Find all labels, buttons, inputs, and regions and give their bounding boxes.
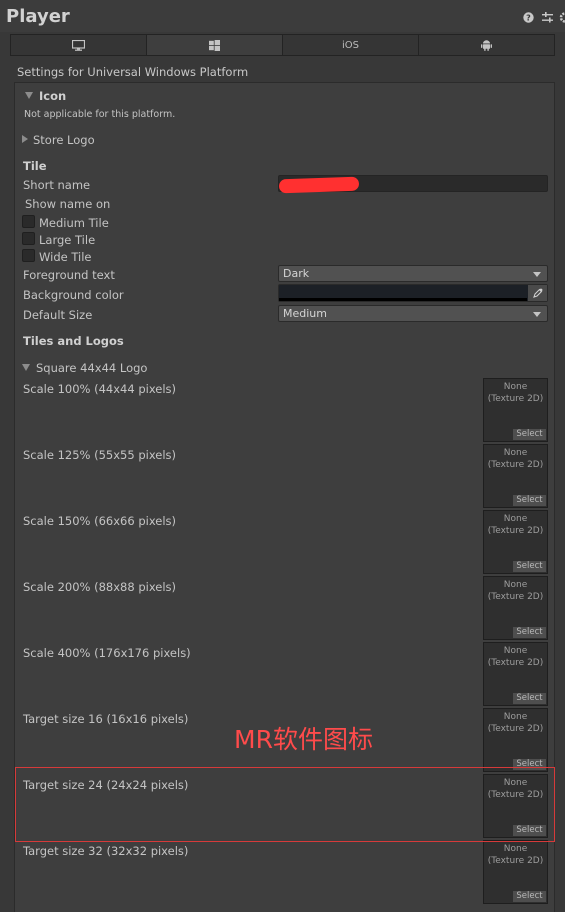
texture-slot-text: None (Texture 2D) <box>484 843 547 867</box>
android-icon <box>481 39 492 51</box>
short-name-label: Short name <box>23 178 91 192</box>
texture-slot-text: None (Texture 2D) <box>484 513 547 537</box>
texture-select-button[interactable]: Select <box>513 561 546 572</box>
texture-slot-type: (Texture 2D) <box>487 592 544 602</box>
texture-slot[interactable]: None (Texture 2D) Select <box>483 510 548 574</box>
texture-row-label: Target size 16 (16x16 pixels) <box>23 712 189 726</box>
default-size-value: Medium <box>283 307 327 320</box>
foreground-text-value: Dark <box>283 267 310 280</box>
texture-slot-value: None <box>503 646 528 656</box>
texture-slot-value: None <box>503 712 528 722</box>
annotation-box <box>15 767 555 842</box>
background-color-label: Background color <box>23 288 124 302</box>
texture-slot[interactable]: None (Texture 2D) Select <box>483 708 548 772</box>
platform-tabs: iOS <box>10 34 555 56</box>
default-size-label: Default Size <box>23 308 93 322</box>
tab-ios[interactable]: iOS <box>283 35 419 55</box>
texture-slot-value: None <box>503 580 528 590</box>
texture-row-label: Scale 150% (66x66 pixels) <box>23 514 177 528</box>
foreground-text-dropdown[interactable]: Dark <box>278 265 548 282</box>
sliders-icon[interactable] <box>541 12 553 24</box>
icon-note: Not applicable for this platform. <box>24 109 176 120</box>
texture-row-label: Scale 400% (176x176 pixels) <box>23 646 191 660</box>
annotation-text: MR软件图标 <box>234 725 373 754</box>
texture-row-label: Scale 200% (88x88 pixels) <box>23 580 177 594</box>
texture-slot[interactable]: None (Texture 2D) Select <box>483 576 548 640</box>
svg-text:?: ? <box>526 14 531 23</box>
texture-select-button[interactable]: Select <box>513 627 546 638</box>
texture-row-label: Target size 32 (32x32 pixels) <box>23 844 189 858</box>
dropdown-arrow-icon <box>533 312 541 317</box>
square44-label: Square 44x44 Logo <box>36 361 148 375</box>
texture-slot[interactable]: None (Texture 2D) Select <box>483 840 548 904</box>
texture-select-button[interactable]: Select <box>513 891 546 902</box>
foreground-text-label: Foreground text <box>23 268 115 282</box>
settings-title: Settings for Universal Windows Platform <box>17 65 249 79</box>
texture-slot-value: None <box>503 844 528 854</box>
texture-slot-text: None (Texture 2D) <box>484 711 547 735</box>
ios-icon: iOS <box>342 39 359 51</box>
show-name-on-label: Show name on <box>25 197 111 211</box>
texture-slot-text: None (Texture 2D) <box>484 645 547 669</box>
large-tile-label: Large Tile <box>39 233 96 247</box>
texture-slot-type: (Texture 2D) <box>487 658 544 668</box>
dropdown-arrow-icon <box>533 272 541 277</box>
texture-slot-type: (Texture 2D) <box>487 856 544 866</box>
texture-slot-text: None (Texture 2D) <box>484 579 547 603</box>
square44-foldout[interactable]: Square 44x44 Logo <box>22 361 147 375</box>
icon-section-label: Icon <box>39 89 67 103</box>
help-icon[interactable]: ? <box>522 12 534 24</box>
texture-select-button[interactable]: Select <box>513 429 546 440</box>
background-color-field[interactable] <box>278 284 548 302</box>
texture-select-button[interactable]: Select <box>513 495 546 506</box>
texture-slot-text: None (Texture 2D) <box>484 447 547 471</box>
texture-slot-type: (Texture 2D) <box>487 460 544 470</box>
texture-row-label: Scale 100% (44x44 pixels) <box>23 382 177 396</box>
window-header <box>0 0 565 32</box>
wide-tile-checkbox[interactable] <box>22 249 35 262</box>
tile-heading: Tile <box>23 159 47 173</box>
eyedropper-icon[interactable] <box>528 285 547 301</box>
tab-desktop[interactable] <box>11 35 147 55</box>
texture-slot-text: None (Texture 2D) <box>484 381 547 405</box>
texture-row-label: Scale 125% (55x55 pixels) <box>23 448 177 462</box>
medium-tile-checkbox[interactable] <box>22 215 35 228</box>
chevron-down-icon <box>22 364 30 371</box>
tab-windows[interactable] <box>147 35 283 55</box>
texture-slot-type: (Texture 2D) <box>487 394 544 404</box>
large-tile-checkbox[interactable] <box>22 232 35 245</box>
default-size-dropdown[interactable]: Medium <box>278 305 548 322</box>
page-title: Player <box>6 6 70 27</box>
texture-slot-value: None <box>503 514 528 524</box>
texture-slot[interactable]: None (Texture 2D) Select <box>483 444 548 508</box>
texture-select-button[interactable]: Select <box>513 693 546 704</box>
chevron-down-icon <box>25 92 33 99</box>
tab-android[interactable] <box>419 35 554 55</box>
icon-section-header[interactable]: Icon <box>25 89 66 103</box>
windows-icon <box>209 39 220 51</box>
texture-slot[interactable]: None (Texture 2D) Select <box>483 642 548 706</box>
texture-slot-type: (Texture 2D) <box>487 526 544 536</box>
medium-tile-label: Medium Tile <box>39 216 109 230</box>
tiles-logos-heading: Tiles and Logos <box>23 334 124 348</box>
settings-icon[interactable] <box>559 12 565 24</box>
texture-slot-type: (Texture 2D) <box>487 724 544 734</box>
store-logo-foldout[interactable]: Store Logo <box>22 133 95 147</box>
alpha-bar <box>279 298 527 301</box>
redaction-mark <box>278 176 360 194</box>
desktop-icon <box>72 39 85 51</box>
texture-slot-value: None <box>503 448 528 458</box>
store-logo-label: Store Logo <box>33 133 95 147</box>
texture-slot[interactable]: None (Texture 2D) Select <box>483 378 548 442</box>
texture-slot-value: None <box>503 382 528 392</box>
wide-tile-label: Wide Tile <box>39 250 92 264</box>
chevron-right-icon <box>22 135 28 143</box>
